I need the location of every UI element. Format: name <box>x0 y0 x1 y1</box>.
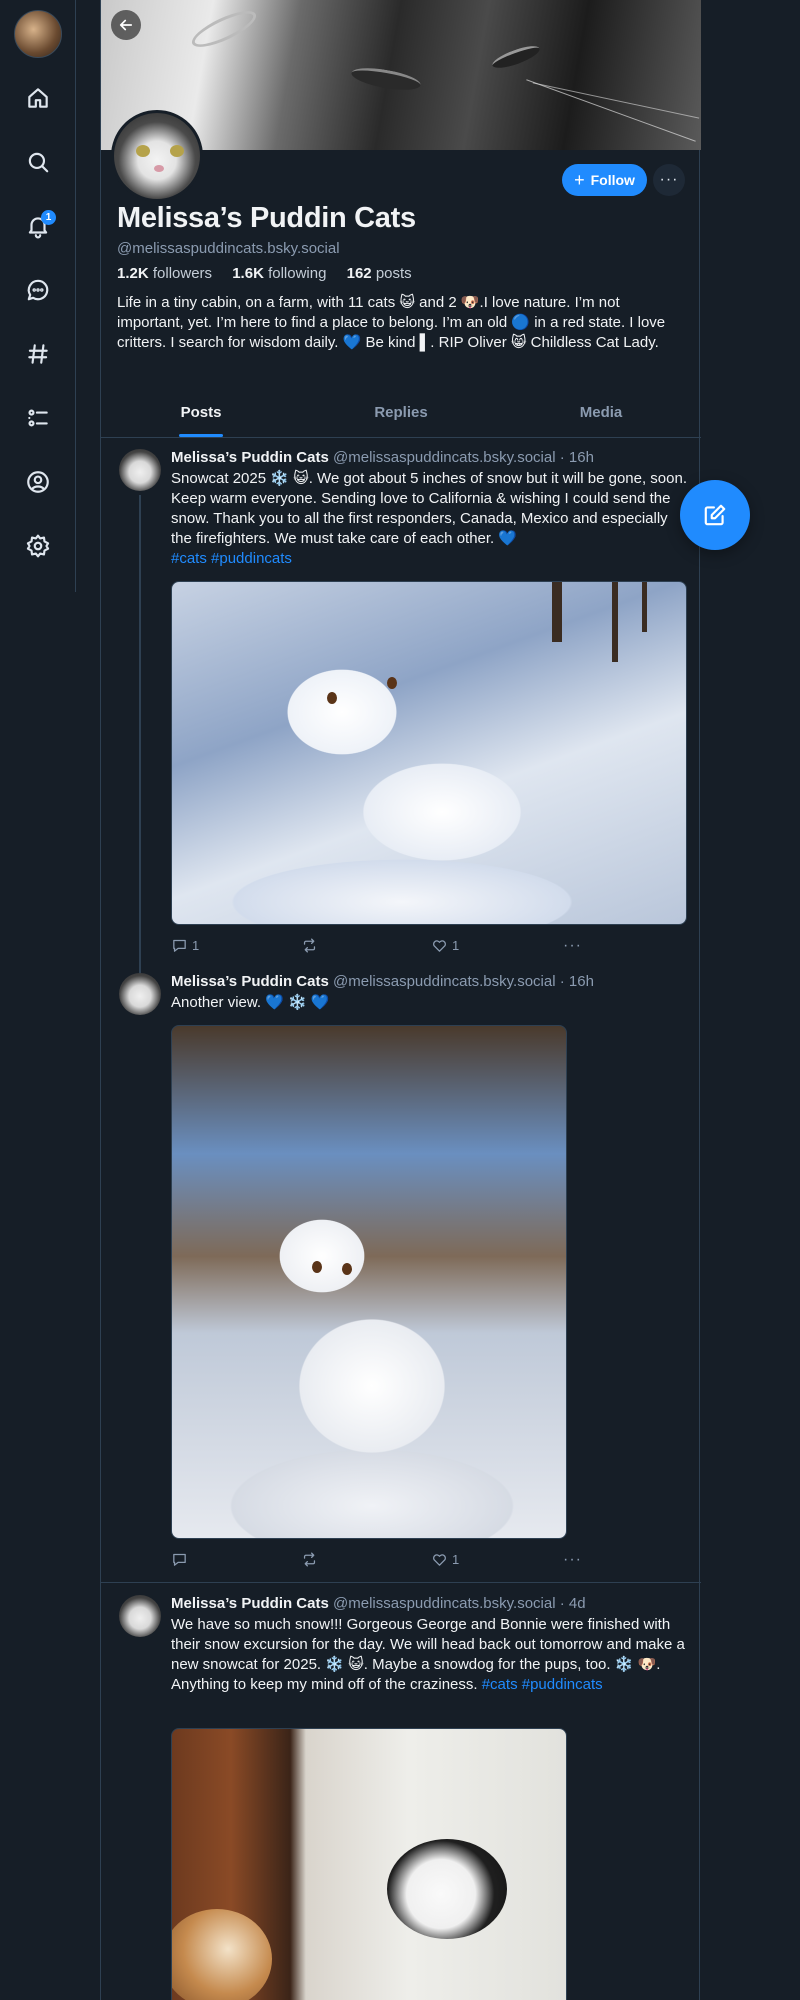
home-icon[interactable] <box>18 78 58 118</box>
post-author-avatar[interactable] <box>119 973 161 1015</box>
notifications-icon[interactable]: 1 <box>18 206 58 246</box>
like-button[interactable]: 1 <box>431 937 459 954</box>
profile-bio: Life in a tiny cabin, on a farm, with 11… <box>117 294 666 351</box>
repost-icon <box>303 938 316 953</box>
repost-button[interactable] <box>301 1551 322 1568</box>
post-header: Melissa’s Puddin Cats @melissaspuddincat… <box>171 449 594 466</box>
post-image-snowcat[interactable] <box>171 581 687 925</box>
lists-icon[interactable] <box>18 398 58 438</box>
compose-icon <box>704 504 726 526</box>
post-more-button[interactable]: ··· <box>563 1551 582 1569</box>
following-stat[interactable]: 1.6K following <box>232 265 334 282</box>
post-text: We have so much snow!!! Gorgeous George … <box>171 1616 685 1693</box>
post-author-name[interactable]: Melissa’s Puddin Cats <box>171 1595 329 1612</box>
tab-posts[interactable]: Posts <box>101 392 301 437</box>
chat-icon[interactable] <box>18 270 58 310</box>
reply-icon <box>173 1553 186 1566</box>
post-author-name[interactable]: Melissa’s Puddin Cats <box>171 973 329 990</box>
tab-media[interactable]: Media <box>501 392 701 437</box>
post-author-name[interactable]: Melissa’s Puddin Cats <box>171 449 329 466</box>
post-author-handle[interactable]: @melissaspuddincats.bsky.social <box>333 1595 556 1612</box>
settings-icon[interactable] <box>18 526 58 566</box>
post-author-avatar[interactable] <box>119 449 161 491</box>
feeds-hashtag-icon[interactable] <box>18 334 58 374</box>
post-header: Melissa’s Puddin Cats @melissaspuddincat… <box>171 973 594 990</box>
post-timestamp[interactable]: · 16h <box>560 449 594 466</box>
post-timestamp[interactable]: · 16h <box>560 973 594 990</box>
post-more-button[interactable]: ··· <box>563 937 582 955</box>
post-actions: 1 1 ··· <box>171 937 591 957</box>
current-user-avatar[interactable] <box>14 10 62 58</box>
post-divider <box>101 1582 701 1583</box>
arrow-left-icon <box>119 19 133 31</box>
post-text: Snowcat 2025 ❄️ 😺. We got about 5 inches… <box>171 470 688 567</box>
post-image-cats-george-bonnie[interactable] <box>171 1728 567 2000</box>
tab-replies[interactable]: Replies <box>301 392 501 437</box>
reply-button[interactable] <box>171 1551 192 1568</box>
profile-display-name: Melissa’s Puddin Cats <box>117 202 416 234</box>
repost-icon <box>303 1552 316 1567</box>
post-timestamp[interactable]: · 4d <box>560 1595 586 1612</box>
post-text: Another view. 💙 ❄️ 💙 <box>171 994 330 1011</box>
profile-icon[interactable] <box>18 462 58 502</box>
reply-icon <box>173 939 186 952</box>
thread-line <box>139 495 141 1015</box>
heart-icon <box>433 1554 446 1566</box>
reply-button[interactable]: 1 <box>171 937 199 954</box>
profile-main-column: + Follow ··· Melissa’s Puddin Cats @meli… <box>100 0 701 2000</box>
followers-stat[interactable]: 1.2K followers <box>117 265 220 282</box>
post-hashtags[interactable]: #cats #puddincats <box>171 550 292 567</box>
more-options-button[interactable]: ··· <box>653 164 685 196</box>
like-button[interactable]: 1 <box>431 1551 459 1568</box>
post-header: Melissa’s Puddin Cats @melissaspuddincat… <box>171 1595 586 1612</box>
left-nav-rail: 1 <box>0 0 76 592</box>
post-image-snowcat-another-view[interactable] <box>171 1025 567 1539</box>
post-hashtags[interactable]: #cats #puddincats <box>482 1676 603 1693</box>
plus-icon: + <box>574 170 585 190</box>
posts-stat: 162 posts <box>346 265 412 282</box>
profile-avatar[interactable] <box>111 110 203 202</box>
post-author-handle[interactable]: @melissaspuddincats.bsky.social <box>333 449 556 466</box>
back-button[interactable] <box>111 10 141 40</box>
search-icon[interactable] <box>18 142 58 182</box>
post-author-handle[interactable]: @melissaspuddincats.bsky.social <box>333 973 556 990</box>
post-actions: 1 ··· <box>171 1551 591 1571</box>
notification-badge: 1 <box>41 210 56 225</box>
heart-icon <box>433 940 446 952</box>
follow-label: Follow <box>590 172 635 188</box>
profile-tabs: Posts Replies Media <box>101 392 701 438</box>
repost-button[interactable] <box>301 937 322 954</box>
profile-handle: @melissaspuddincats.bsky.social <box>117 240 340 257</box>
profile-stats: 1.2K followers 1.6K following 162 posts <box>117 265 428 282</box>
post-author-avatar[interactable] <box>119 1595 161 1637</box>
compose-post-button[interactable] <box>680 480 750 550</box>
follow-button[interactable]: + Follow <box>562 164 647 196</box>
